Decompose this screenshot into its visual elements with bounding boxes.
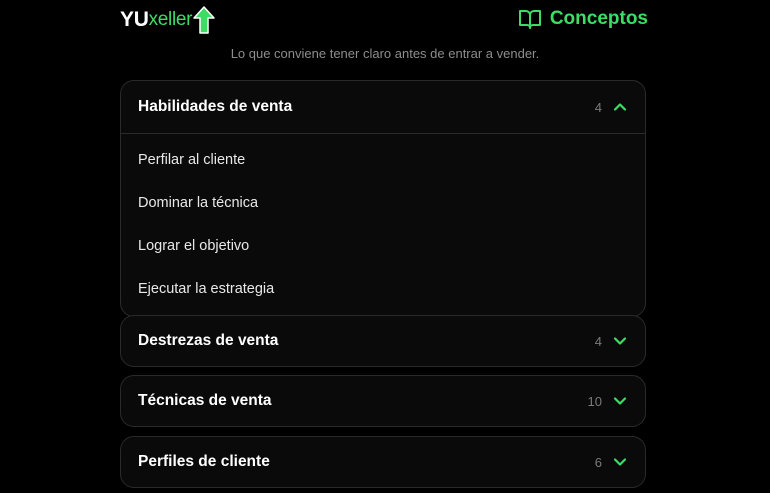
section-destrezas: Destrezas de venta 4	[120, 315, 646, 367]
list-item[interactable]: Ejecutar la estrategia	[121, 267, 645, 310]
app-header: YU xeller Conceptos	[120, 0, 648, 40]
chevron-up-icon	[613, 103, 627, 111]
section-header[interactable]: Habilidades de venta 4	[121, 81, 645, 133]
page-subtitle: Lo que conviene tener claro antes de ent…	[230, 46, 540, 61]
section-title: Destrezas de venta	[138, 332, 279, 349]
logo-yu: YU	[120, 8, 149, 31]
section-title: Habilidades de venta	[138, 98, 293, 115]
section-title: Perfiles de cliente	[138, 453, 270, 470]
section-count-badge: 4	[594, 99, 602, 115]
section-header[interactable]: Destrezas de venta 4	[121, 316, 645, 366]
book-open-icon	[518, 10, 541, 29]
section-count-badge: 4	[594, 333, 602, 349]
chevron-down-icon	[613, 458, 627, 466]
chevron-down-icon	[613, 397, 627, 405]
chevron-down-icon	[613, 337, 627, 345]
section-count-badge: 6	[594, 454, 602, 470]
section-body: Perfilar al cliente Dominar la técnica L…	[121, 133, 645, 316]
logo-xeller: xeller	[148, 9, 193, 30]
section-title: Técnicas de venta	[138, 392, 272, 409]
arrow-up-icon	[193, 6, 215, 34]
page-title: Conceptos	[518, 7, 648, 31]
list-item[interactable]: Lograr el objetivo	[121, 224, 645, 267]
section-perfiles: Perfiles de cliente 6	[120, 436, 646, 488]
page-title-text: Conceptos	[549, 8, 648, 29]
section-count-badge: 10	[587, 393, 602, 409]
app-logo[interactable]: YU xeller	[120, 6, 215, 34]
list-item[interactable]: Dominar la técnica	[121, 181, 645, 224]
list-item[interactable]: Perfilar al cliente	[121, 138, 645, 181]
section-habilidades: Habilidades de venta 4 Perfilar al clien…	[120, 80, 646, 317]
section-tecnicas: Técnicas de venta 10	[120, 375, 646, 427]
section-header[interactable]: Técnicas de venta 10	[121, 376, 645, 426]
section-header[interactable]: Perfiles de cliente 6	[121, 437, 645, 487]
